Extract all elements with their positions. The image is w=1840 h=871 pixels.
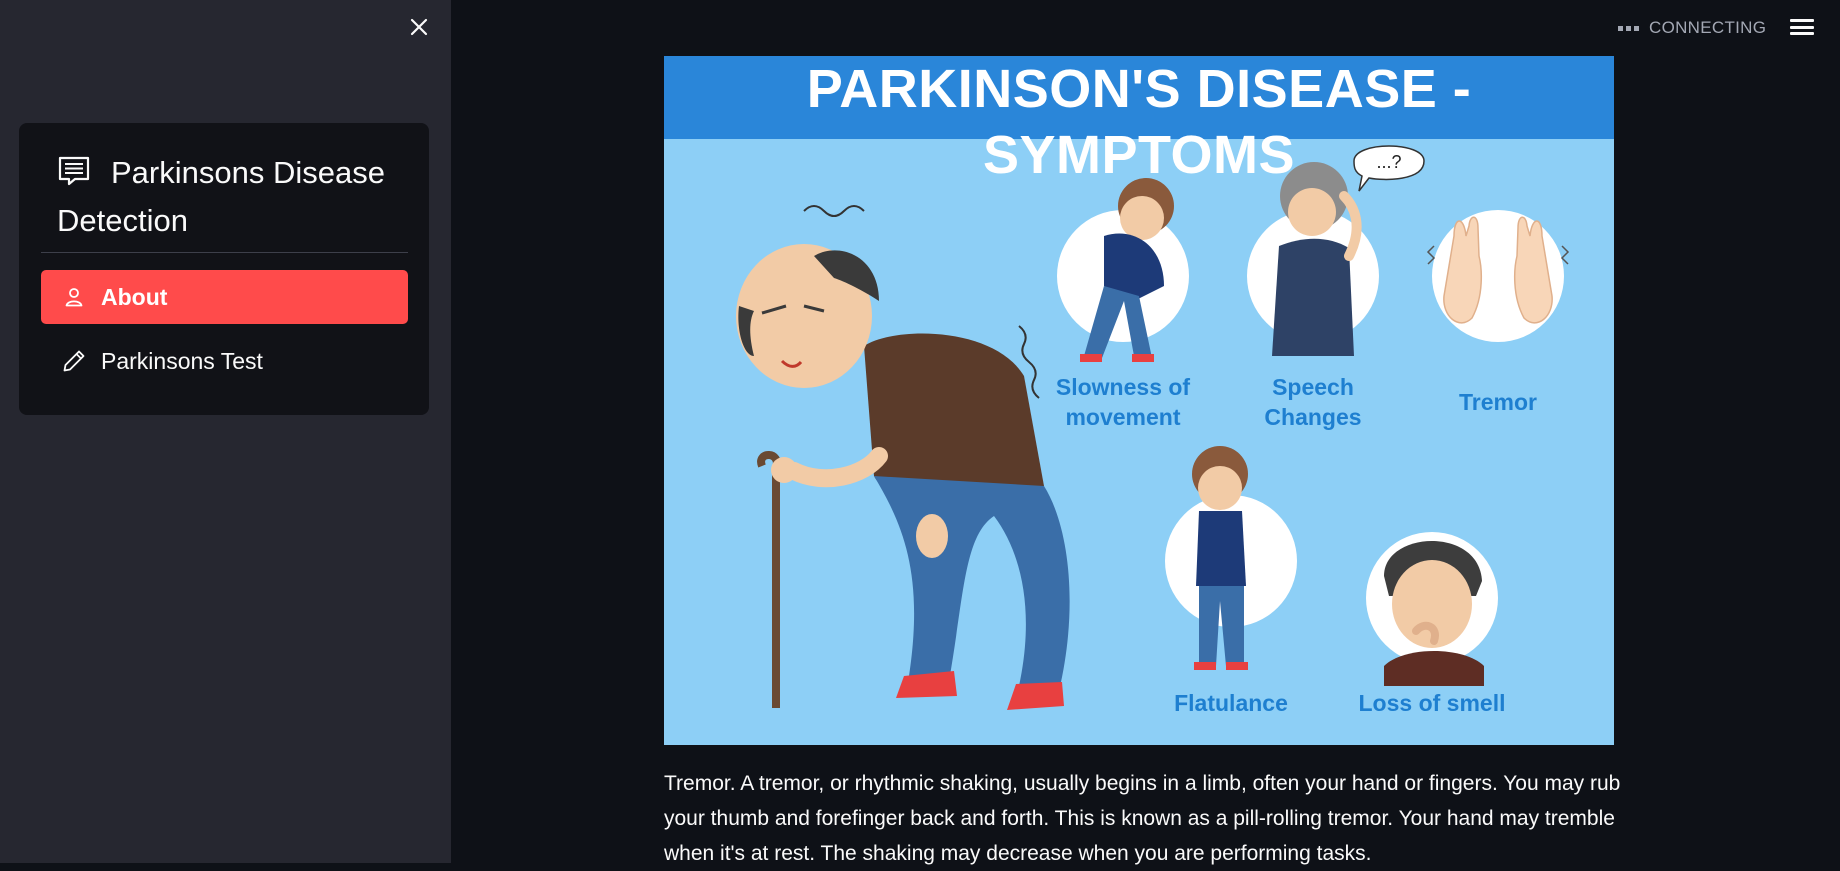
status-text: CONNECTING [1649, 18, 1767, 37]
nav-item-parkinsons-test[interactable]: Parkinsons Test [41, 334, 408, 388]
menu-divider [41, 252, 408, 253]
pencil-icon [59, 349, 89, 373]
connecting-dots-icon [1618, 25, 1639, 31]
menu-title-text: Parkinsons Disease Detection [57, 155, 385, 238]
symptom-tremor-label: Tremor [1459, 389, 1537, 415]
main-menu-button[interactable] [1790, 16, 1814, 38]
flatulance-figure [1192, 446, 1248, 670]
old-man-illustration [736, 205, 1070, 710]
symptom-loss-of-smell-label: Loss of smell [1358, 690, 1506, 716]
loss-of-smell-figure [1384, 541, 1484, 686]
symptom-speech-label: Speech Changes [1264, 374, 1362, 430]
sidebar: Parkinsons Disease Detection About Parki… [0, 0, 451, 863]
tremor-description: Tremor. A tremor, or rhythmic shaking, u… [664, 772, 1621, 865]
symptoms-infographic: PARKINSON'S DISEASE - SYMPTOMS ...? Slow… [664, 56, 1614, 745]
hamburger-menu-icon [1790, 19, 1814, 22]
person-icon [59, 287, 89, 307]
option-menu: Parkinsons Disease Detection About Parki… [19, 123, 429, 415]
speech-figure: ...? [1272, 145, 1425, 356]
nav-item-about[interactable]: About [41, 270, 408, 324]
menu-title: Parkinsons Disease Detection [57, 149, 397, 245]
symptom-slowness-label: Slowness of movement [1055, 374, 1191, 430]
speech-bubble-text: ...? [1376, 152, 1401, 172]
symptom-flatulance-label: Flatulance [1174, 690, 1288, 716]
connection-status: CONNECTING [1618, 16, 1766, 40]
close-sidebar-button[interactable] [404, 12, 434, 42]
nav-item-label: Parkinsons Test [101, 347, 263, 374]
nav-item-label: About [101, 283, 168, 310]
close-icon [410, 18, 428, 36]
list-alt-icon [58, 156, 90, 186]
